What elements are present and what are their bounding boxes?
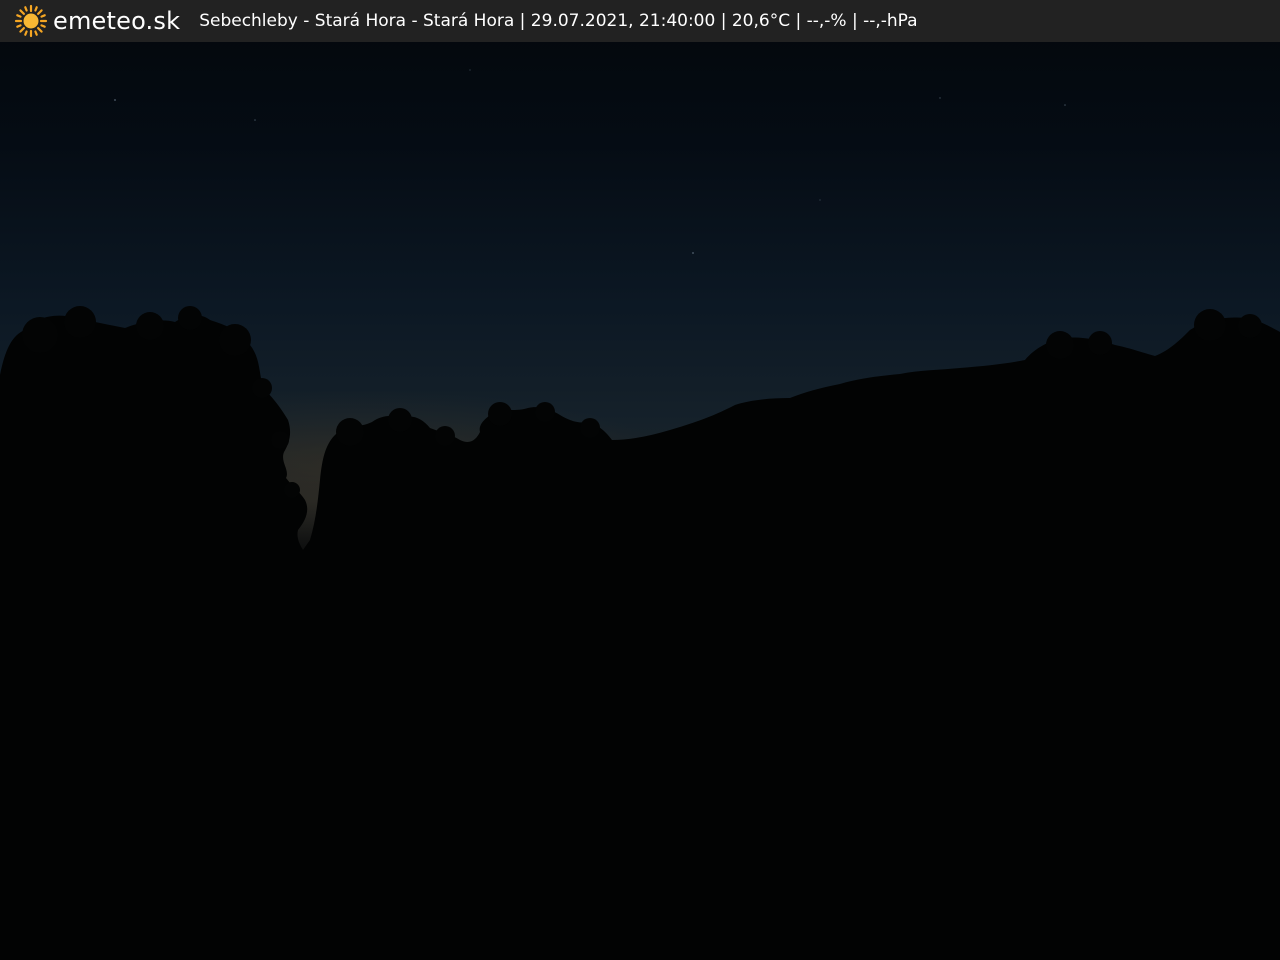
webcam-frame: emeteo.sk Sebechleby - Stará Hora - Star… bbox=[0, 0, 1280, 960]
brand-logo-text[interactable]: emeteo.sk bbox=[53, 7, 180, 35]
webcam-caption: Sebechleby - Stará Hora - Stará Hora | 2… bbox=[199, 11, 918, 31]
webcam-image bbox=[0, 0, 1280, 960]
sun-icon bbox=[14, 4, 48, 38]
header-bar: emeteo.sk Sebechleby - Stará Hora - Star… bbox=[0, 0, 1280, 42]
